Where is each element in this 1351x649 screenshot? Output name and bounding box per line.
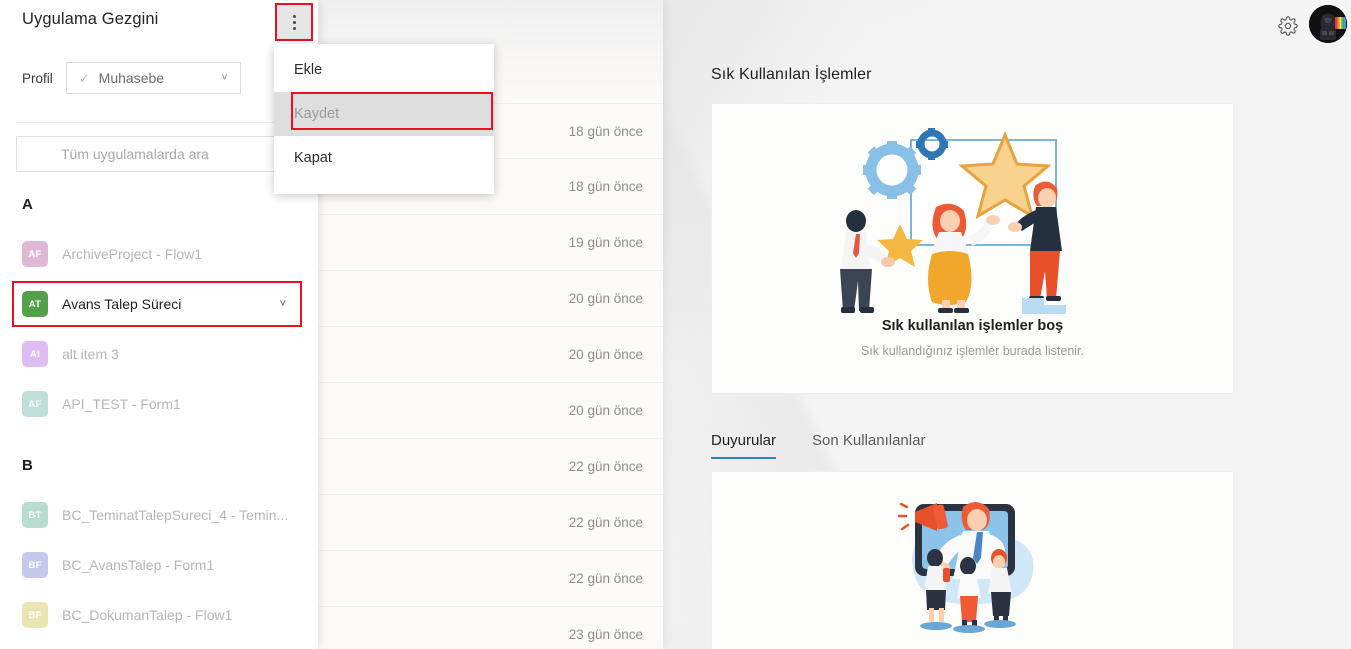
app-initials-tile: AT [22, 291, 48, 317]
chevron-down-icon[interactable]: ˅ [280, 298, 286, 310]
kebab-dot [292, 14, 296, 18]
app-group-header-A: A [22, 196, 33, 213]
favorites-empty-title: Sık kullanılan işlemler boş [881, 318, 1064, 334]
search-input[interactable] [17, 137, 272, 171]
sidebar-title: Uygulama Gezgini [22, 10, 159, 28]
row-timestamp: 18 gün önce [568, 179, 643, 194]
row-timestamp: 20 gün önce [568, 403, 643, 418]
gear-icon [1278, 16, 1298, 36]
row-timestamp: 22 gün önce [568, 515, 643, 530]
row-timestamp: 20 gün önce [568, 347, 643, 362]
recent-list-row[interactable]: 22 gün önce [318, 495, 663, 551]
favorites-empty-subtitle: Sık kullandığınız işlemler burada listen… [860, 344, 1085, 358]
app-list-item[interactable]: AF ArchiveProject - Flow1 [0, 229, 318, 279]
check-icon: ✓ [78, 70, 90, 86]
recent-list-row[interactable]: 20 gün önce [318, 271, 663, 327]
search-box[interactable] [16, 136, 302, 172]
row-timestamp: 20 gün önce [568, 291, 643, 306]
app-name-label: ArchiveProject - Flow1 [62, 246, 203, 262]
app-list-item[interactable]: AF API_TEST - Form1 [0, 379, 318, 429]
chevron-down-icon: ˅ [221, 72, 228, 84]
app-name-label: alt item 3 [62, 346, 119, 362]
row-timestamp: 18 gün önce [568, 123, 643, 139]
tab-duyurular[interactable]: Duyurular [711, 432, 777, 459]
menu-item-kapat[interactable]: Kapat [274, 136, 494, 180]
app-list-item[interactable]: BF BC_DokumanTalep - Flow1 [0, 590, 318, 640]
content-tabs: Duyurular Son Kullanılanlar [711, 432, 925, 459]
settings-button[interactable] [1276, 14, 1300, 38]
favorites-empty-illustration [839, 128, 1066, 314]
app-list-item[interactable]: AI alt item 3 [0, 329, 318, 379]
menu-item-label: Kaydet [294, 106, 340, 122]
recent-list-row[interactable]: 20 gün önce [318, 327, 663, 383]
app-initials-tile: AI [22, 341, 48, 367]
app-list-item[interactable]: AT Avans Talep Süreci ˅ [0, 279, 318, 329]
favorites-empty-card: Sık kullanılan işlemler boş Sık kullandı… [711, 103, 1234, 394]
app-name-label: BC_DokumanTalep - Flow1 [62, 607, 233, 623]
row-timestamp: 22 gün önce [568, 571, 643, 586]
recent-list-row[interactable]: 20 gün önce [318, 383, 663, 439]
user-avatar[interactable] [1309, 5, 1347, 43]
app-name-label: API_TEST - Form1 [62, 396, 181, 412]
recent-list-row[interactable]: 22 gün önce [318, 439, 663, 495]
app-explorer-sidebar: Uygulama Gezgini Profil ✓ Muhasebe ˅ A AF… [0, 0, 318, 649]
application-list: A AF ArchiveProject - Flow1 AT Avans Talep S… [0, 196, 318, 640]
main-content: Sık Kullanılan İşlemler Sık kullanılan i… [663, 0, 1351, 649]
tab-son-kullanılanlar[interactable]: Son Kullanılanlar [812, 432, 925, 459]
app-initials-tile: AF [22, 241, 48, 267]
sidebar-kebab-menu-button[interactable] [275, 3, 313, 41]
row-timestamp: 22 gün önce [568, 459, 643, 474]
avatar-image [1309, 5, 1347, 43]
app-initials-tile: BF [22, 552, 48, 578]
app-name-label: Avans Talep Süreci [62, 296, 182, 312]
profile-row: Profil ✓ Muhasebe ˅ [22, 62, 241, 94]
recent-list-row[interactable]: 19 gün önce [318, 215, 663, 271]
recent-list-row[interactable]: 22 gün önce [318, 551, 663, 607]
menu-item-kaydet[interactable]: Kaydet [274, 92, 494, 136]
kebab-dot [292, 26, 296, 30]
menu-item-label: Ekle [294, 62, 323, 78]
app-window: 18 gün önce 18 gün önce 19 gün önce 20 gün … [0, 0, 1351, 649]
app-group-header-B: B [22, 457, 33, 474]
row-timestamp: 23 gün önce [568, 627, 643, 642]
menu-item-ekle[interactable]: Ekle [274, 48, 494, 92]
profile-selected-value: Muhasebe [98, 70, 165, 86]
app-initials-tile: BT [22, 502, 48, 528]
announcements-card [711, 471, 1234, 649]
kebab-dropdown-menu: Ekle Kaydet Kapat [274, 44, 494, 194]
app-initials-tile: BF [22, 602, 48, 628]
recent-list-row[interactable]: 23 gün önce [318, 607, 663, 649]
kebab-dot [292, 20, 296, 24]
app-list-item[interactable]: BF BC_AvansTalep - Form1 [0, 540, 318, 590]
app-name-label: BC_TeminatTalepSureci_4 - Temin... [62, 507, 289, 523]
app-list-item[interactable]: BT BC_TeminatTalepSureci_4 - Temin... [0, 490, 318, 540]
favorites-section-title: Sık Kullanılan İşlemler [711, 66, 872, 83]
menu-item-label: Kapat [294, 150, 332, 166]
profile-label: Profil [22, 70, 53, 86]
profile-select[interactable]: ✓ Muhasebe ˅ [65, 62, 241, 94]
app-name-label: BC_AvansTalep - Form1 [62, 557, 215, 573]
sidebar-divider [16, 122, 302, 123]
app-initials-tile: AF [22, 391, 48, 417]
announcements-illustration [897, 501, 1033, 633]
row-timestamp: 19 gün önce [568, 235, 643, 250]
